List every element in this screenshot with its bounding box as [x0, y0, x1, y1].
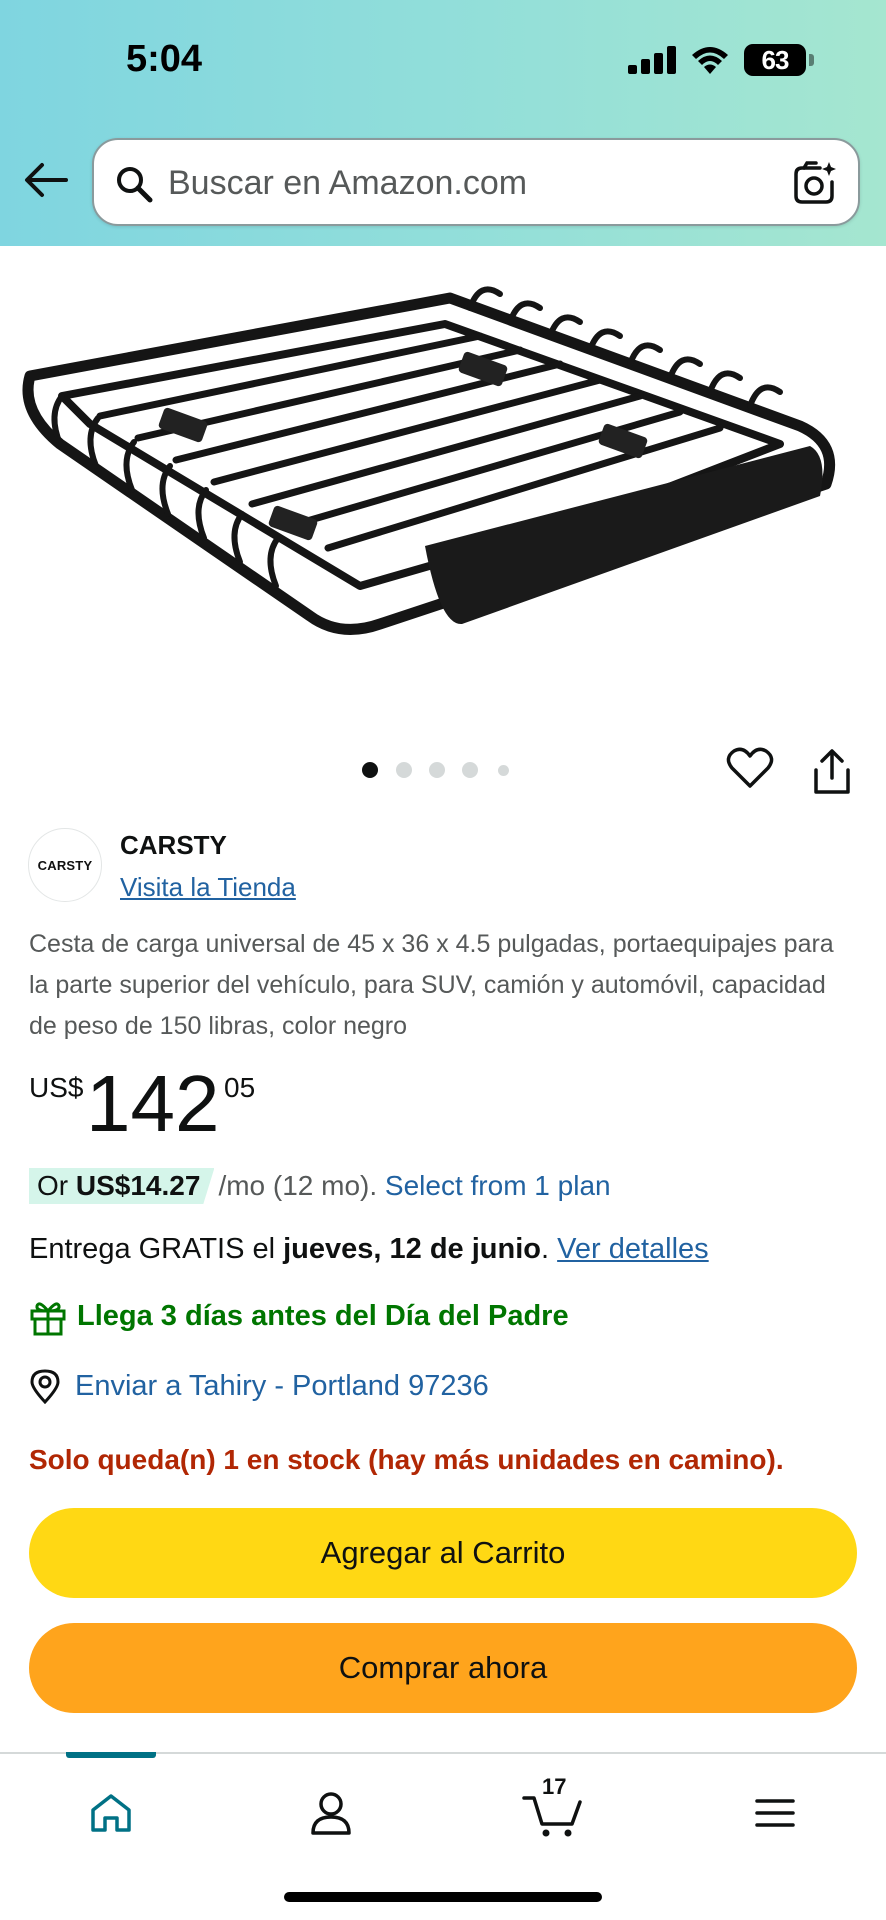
- carousel-dot[interactable]: [396, 762, 412, 778]
- delivery-suffix: .: [541, 1233, 550, 1265]
- app-header: 5:04 63: [0, 0, 886, 246]
- carousel-dot[interactable]: [462, 762, 478, 778]
- carousel-dot[interactable]: [362, 762, 378, 778]
- camera-search-icon[interactable]: [792, 160, 838, 206]
- search-icon: [117, 167, 153, 203]
- home-icon: [91, 1794, 131, 1832]
- image-carousel-dots[interactable]: [362, 760, 522, 780]
- battery-indicator: 63: [744, 44, 814, 76]
- carousel-dot[interactable]: [498, 765, 509, 776]
- brand-name: CARSTY: [120, 830, 227, 860]
- gift-message: Llega 3 días antes del Día del Padre: [77, 1300, 569, 1332]
- gift-icon: [30, 1302, 66, 1336]
- delivery-info: Entrega GRATIS el jueves, 12 de junio. V…: [29, 1233, 709, 1266]
- delivery-prefix: Entrega GRATIS el: [29, 1233, 276, 1265]
- heart-icon[interactable]: [726, 746, 774, 790]
- back-arrow-icon[interactable]: [22, 160, 68, 200]
- nav-menu[interactable]: [730, 1778, 820, 1848]
- installment-term: /mo (12 mo).: [218, 1170, 378, 1201]
- installment-amount: US$14.27: [75, 1170, 201, 1201]
- add-to-cart-button[interactable]: Agregar al Carrito: [29, 1508, 857, 1598]
- installment-plan-link[interactable]: Select from 1 plan: [385, 1170, 611, 1201]
- status-time: 5:04: [126, 38, 203, 80]
- home-indicator-bar: [284, 1892, 602, 1902]
- product-image[interactable]: [0, 246, 886, 716]
- installment-badge: Or US$14.27: [29, 1168, 215, 1204]
- wifi-icon: [692, 47, 728, 74]
- product-title: Cesta de carga universal de 45 x 36 x 4.…: [29, 930, 834, 1040]
- cart-count-badge: 17: [542, 1774, 567, 1799]
- carousel-dot[interactable]: [429, 762, 445, 778]
- installment-prefix: Or: [37, 1170, 69, 1201]
- search-input[interactable]: [168, 158, 768, 208]
- visit-store-link[interactable]: Visita la Tienda: [120, 872, 296, 903]
- share-icon[interactable]: [810, 748, 854, 796]
- nav-home[interactable]: [66, 1778, 156, 1848]
- stock-status: Solo queda(n) 1 en stock (hay más unidad…: [29, 1444, 784, 1475]
- installment-offer: Or US$14.27/mo (12 mo). Select from 1 pl…: [29, 1168, 611, 1206]
- nav-cart[interactable]: 17: [508, 1774, 598, 1848]
- price-currency: US$: [29, 1072, 84, 1103]
- delivery-date: jueves, 12 de junio: [283, 1233, 541, 1265]
- delivery-details-link[interactable]: Ver detalles: [557, 1233, 709, 1265]
- price-fraction: 05: [224, 1072, 256, 1103]
- bottom-navigation: 17: [0, 1752, 886, 1920]
- account-icon: [311, 1792, 351, 1835]
- location-pin-icon: [30, 1369, 60, 1404]
- search-bar[interactable]: [92, 138, 860, 226]
- cellular-signal-icon: [628, 46, 676, 74]
- price-whole: 142: [86, 1059, 220, 1148]
- nav-account[interactable]: [286, 1778, 376, 1848]
- buy-now-button[interactable]: Comprar ahora: [29, 1623, 857, 1713]
- ship-to-address[interactable]: Enviar a Tahiry - Portland 97236: [75, 1370, 489, 1403]
- nav-active-indicator: [66, 1752, 156, 1758]
- brand-logo[interactable]: CARSTY: [28, 828, 102, 902]
- menu-icon: [755, 1799, 795, 1827]
